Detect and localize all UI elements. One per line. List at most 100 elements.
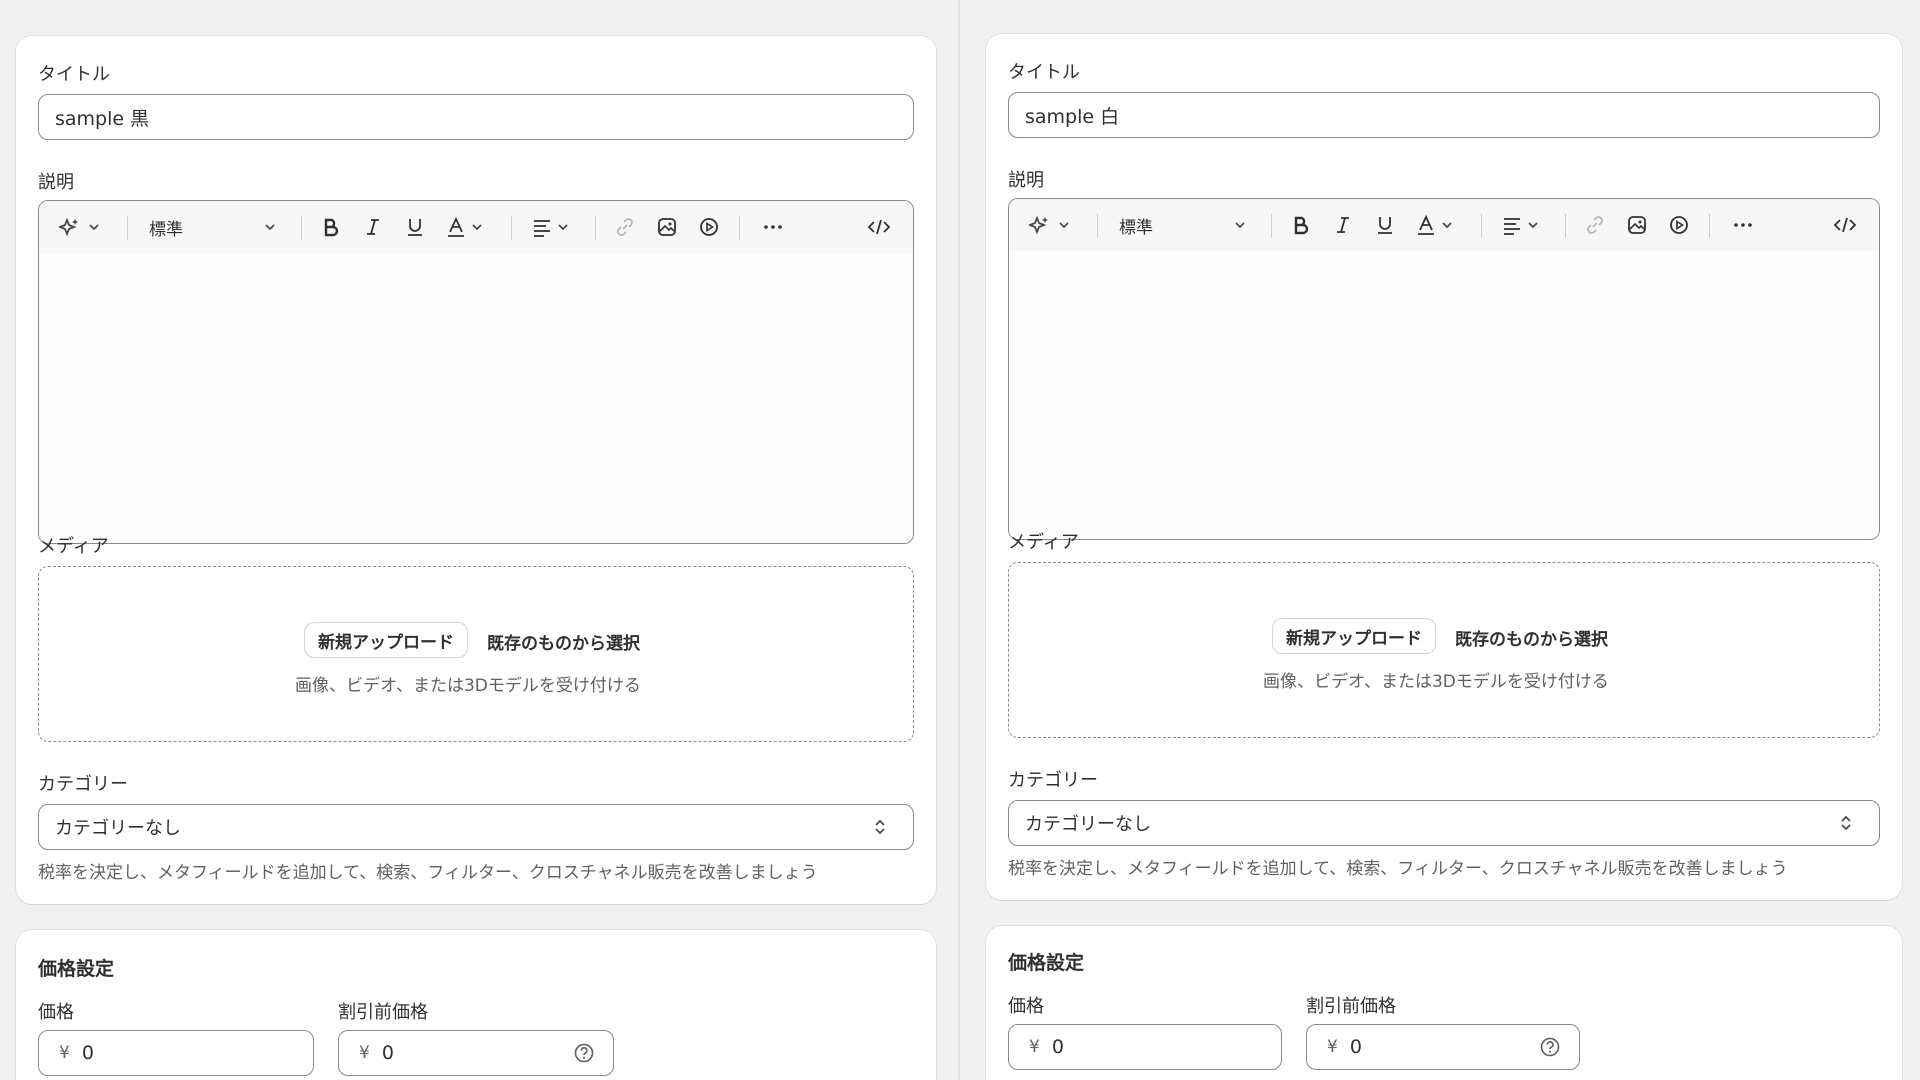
align-button[interactable] (525, 201, 575, 253)
media-dropzone[interactable]: 新規アップロード 既存のものから選択 画像、ビデオ、または3Dモデルを受け付ける (38, 566, 914, 742)
media-hint: 画像、ビデオ、または3Dモデルを受け付ける (295, 676, 641, 696)
question-circle-icon[interactable] (573, 1042, 595, 1064)
magic-button[interactable] (51, 201, 109, 253)
chevron-down-icon (1059, 222, 1069, 229)
toolbar-separator (595, 216, 596, 240)
image-button[interactable] (647, 201, 687, 253)
underline-icon (408, 219, 422, 236)
format-select[interactable]: 標準 (1113, 199, 1253, 251)
title-label: タイトル (1008, 62, 1080, 83)
compare-price-currency: ¥ (1327, 1037, 1338, 1057)
more-icon (1734, 223, 1752, 227)
pricing-card: 価格設定 価格 ¥ 0 割引前価格 ¥ 0 (986, 926, 1902, 1080)
toolbar-separator (127, 216, 128, 240)
compare-price-input[interactable]: ¥ 0 (338, 1030, 614, 1076)
sparkle-icon (59, 217, 78, 237)
chevron-down-icon (471, 224, 482, 231)
category-select-value: カテゴリーなし (1025, 814, 1151, 835)
editor-content-area[interactable] (1009, 251, 1879, 539)
title-input[interactable]: sample 黒 (38, 94, 914, 140)
description-label: 説明 (38, 172, 74, 193)
price-input[interactable]: ¥ 0 (1008, 1024, 1282, 1070)
category-help-text: 税率を決定し、メタフィールドを追加して、検索、フィルター、クロスチャネル販売を改… (38, 863, 818, 883)
select-existing-button[interactable]: 既存のものから選択 (1455, 625, 1608, 650)
more-button[interactable] (1721, 199, 1765, 251)
more-button[interactable] (751, 201, 795, 253)
pricing-heading: 価格設定 (1008, 952, 1085, 974)
code-button[interactable] (1823, 199, 1867, 251)
image-icon (658, 218, 676, 236)
media-label: メディア (38, 536, 109, 557)
bold-button[interactable] (311, 201, 351, 253)
category-help-text: 税率を決定し、メタフィールドを追加して、検索、フィルター、クロスチャネル販売を改… (1008, 859, 1788, 879)
category-label: カテゴリー (38, 774, 128, 795)
link-icon (1587, 216, 1603, 234)
category-select[interactable]: カテゴリーなし (1008, 800, 1880, 846)
price-currency: ¥ (59, 1043, 70, 1063)
underline-button[interactable] (395, 201, 435, 253)
link-button[interactable] (605, 201, 645, 253)
underline-button[interactable] (1365, 199, 1405, 251)
video-button[interactable] (689, 201, 729, 253)
toolbar-separator (1271, 214, 1272, 238)
text-color-button[interactable] (439, 201, 489, 253)
toolbar-separator (1565, 214, 1566, 238)
bold-button[interactable] (1281, 199, 1321, 251)
align-left-icon (1503, 218, 1520, 235)
compare-price-input[interactable]: ¥ 0 (1306, 1024, 1580, 1070)
product-pane-right: タイトル sample 白 説明 標準 メディア 新規アップロード 既存のものか… (960, 0, 1918, 1080)
category-select-value: カテゴリーなし (55, 818, 181, 839)
chevron-down-icon (89, 224, 99, 231)
link-icon (617, 218, 633, 236)
code-button[interactable] (857, 201, 901, 253)
compare-price-value: 0 (381, 1042, 394, 1064)
text-color-button[interactable] (1409, 199, 1459, 251)
price-input[interactable]: ¥ 0 (38, 1030, 314, 1076)
video-icon (1670, 216, 1688, 234)
product-pane-left: タイトル sample 黒 説明 標準 メディア 新規アップロード 既存のものか… (0, 0, 958, 1080)
chevron-down-icon (265, 224, 275, 231)
italic-icon (1337, 217, 1349, 233)
italic-icon (367, 219, 379, 235)
category-select[interactable]: カテゴリーなし (38, 804, 914, 850)
underline-icon (1378, 217, 1392, 234)
editor-content-area[interactable] (39, 253, 913, 543)
title-input[interactable]: sample 白 (1008, 92, 1880, 138)
select-chevrons-icon (875, 819, 885, 835)
compare-price-label: 割引前価格 (338, 1002, 428, 1023)
description-editor: 標準 (38, 200, 914, 544)
description-label: 説明 (1008, 170, 1044, 191)
title-label: タイトル (38, 64, 110, 85)
format-select-label: 標準 (1119, 217, 1153, 238)
product-details-card: タイトル sample 黒 説明 標準 メディア 新規アップロード 既存のものか… (16, 36, 936, 904)
code-icon (867, 219, 891, 235)
format-select[interactable]: 標準 (143, 201, 283, 253)
upload-new-button[interactable]: 新規アップロード (305, 623, 467, 657)
toolbar-separator (1481, 214, 1482, 238)
align-button[interactable] (1495, 199, 1545, 251)
video-button[interactable] (1659, 199, 1699, 251)
italic-button[interactable] (1323, 199, 1363, 251)
media-dropzone[interactable]: 新規アップロード 既存のものから選択 画像、ビデオ、または3Dモデルを受け付ける (1008, 562, 1880, 738)
italic-button[interactable] (353, 201, 393, 253)
compare-price-label: 割引前価格 (1306, 996, 1396, 1017)
format-select-label: 標準 (149, 219, 183, 240)
title-input-value: sample 黒 (55, 107, 150, 130)
magic-button[interactable] (1021, 199, 1079, 251)
question-circle-icon[interactable] (1539, 1036, 1561, 1058)
upload-new-button[interactable]: 新規アップロード (1273, 619, 1435, 653)
description-editor: 標準 (1008, 198, 1880, 540)
toolbar-separator (739, 216, 740, 240)
price-currency: ¥ (1029, 1037, 1040, 1057)
title-input-value: sample 白 (1025, 105, 1120, 128)
bold-icon (1294, 216, 1309, 235)
image-icon (1628, 216, 1646, 234)
category-label: カテゴリー (1008, 770, 1098, 791)
toolbar-separator (1097, 214, 1098, 238)
select-existing-button[interactable]: 既存のものから選択 (487, 629, 640, 654)
compare-price-value: 0 (1349, 1036, 1362, 1058)
link-button[interactable] (1575, 199, 1615, 251)
chevron-down-icon (1441, 222, 1452, 229)
sparkle-icon (1029, 215, 1048, 235)
image-button[interactable] (1617, 199, 1657, 251)
